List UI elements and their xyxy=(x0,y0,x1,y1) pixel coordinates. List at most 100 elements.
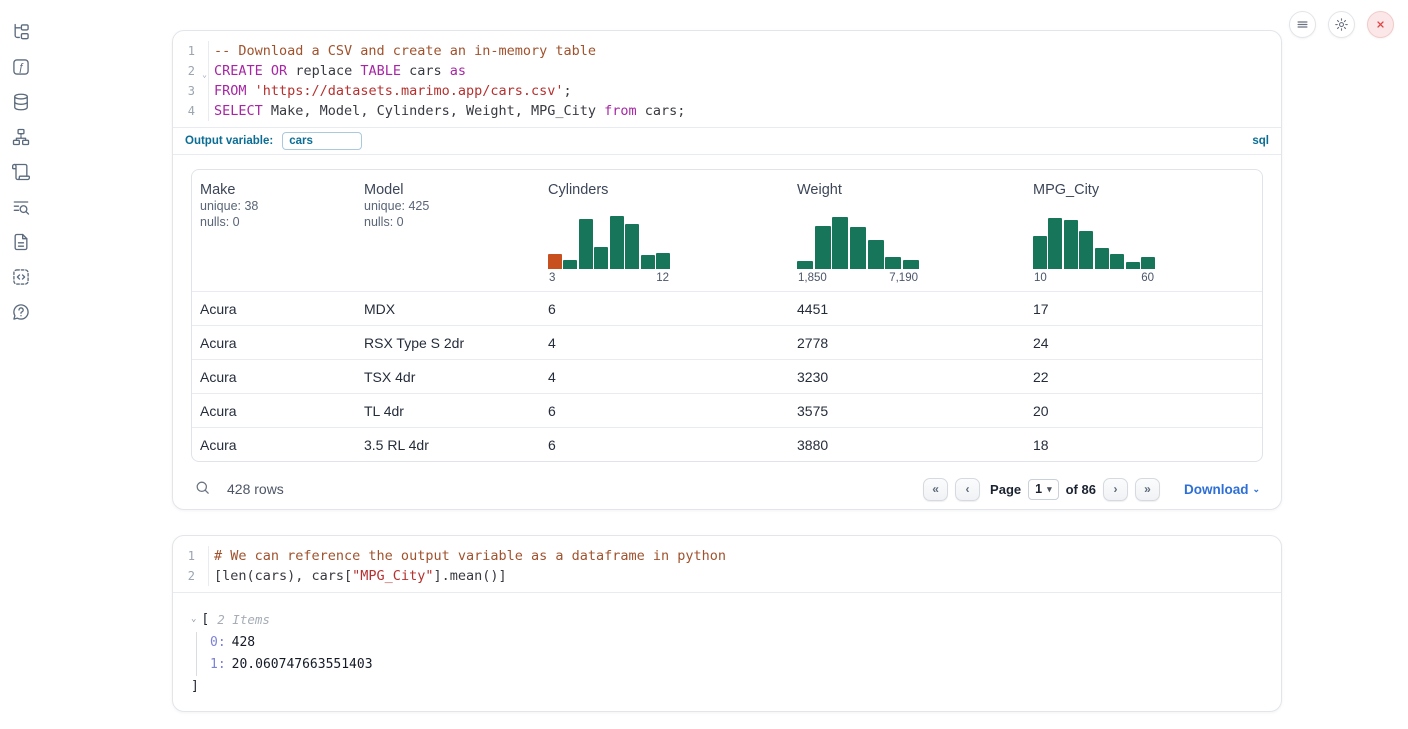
output-variable-input[interactable] xyxy=(282,132,362,150)
code-lines: -- Download a CSV and create an in-memor… xyxy=(209,41,1281,121)
table-cell: 6 xyxy=(540,437,789,453)
table-cell: Acura xyxy=(192,369,356,385)
table-cell: 2778 xyxy=(789,335,1025,351)
table-cell: 3230 xyxy=(789,369,1025,385)
list-entries: 0: 428 1:20.060747663551403 xyxy=(196,632,1263,676)
output-variable-row: Output variable: sql xyxy=(173,127,1281,154)
entry-value: 20.060747663551403 xyxy=(232,657,373,672)
code-lines: # We can reference the output variable a… xyxy=(209,546,1281,586)
column-header-model[interactable]: Modelunique: 425nulls: 0 xyxy=(356,170,540,291)
histogram-axis-labels: 3 12 xyxy=(548,272,670,286)
histogram-bars xyxy=(548,216,670,269)
row-count: 428 rows xyxy=(227,481,284,497)
first-page-button[interactable]: « xyxy=(923,478,948,501)
prev-page-icon: ‹ xyxy=(966,482,970,496)
sql-cell: 12⌄34 -- Download a CSV and create an in… xyxy=(172,30,1282,510)
page-label: Page xyxy=(990,482,1021,497)
code-line: FROM 'https://datasets.marimo.app/cars.c… xyxy=(209,81,1281,101)
open-bracket: [ xyxy=(201,612,209,627)
table-cell: Acura xyxy=(192,335,356,351)
table-cell: 24 xyxy=(1025,335,1262,351)
column-header-make[interactable]: Makeunique: 38nulls: 0 xyxy=(192,170,356,291)
histogram-bars xyxy=(797,216,919,269)
column-histogram[interactable]: 3 12 xyxy=(548,216,670,286)
column-stat: nulls: 0 xyxy=(364,214,532,230)
list-entry: 1:20.060747663551403 xyxy=(210,654,1263,676)
histogram-bar xyxy=(594,247,608,269)
prev-page-button[interactable]: ‹ xyxy=(955,478,980,501)
table-cell: 17 xyxy=(1025,301,1262,317)
scratchpad-icon[interactable] xyxy=(11,162,31,182)
page-total-label: of 86 xyxy=(1066,482,1096,497)
file-tree-icon[interactable] xyxy=(11,22,31,42)
histogram-bar xyxy=(1064,220,1078,269)
column-name: MPG_City xyxy=(1033,182,1254,198)
column-header-weight[interactable]: Weight 1,8507,190 xyxy=(789,170,1025,291)
line-number: 4 xyxy=(173,101,208,121)
table-row[interactable]: AcuraRSX Type S 2dr4277824 xyxy=(192,325,1262,359)
axis-min-label: 3 xyxy=(549,272,555,286)
histogram-bar xyxy=(815,226,831,269)
table-cell: 4 xyxy=(540,335,789,351)
snippets-icon[interactable] xyxy=(11,267,31,287)
entry-value: 428 xyxy=(232,635,255,650)
column-header-cylinders[interactable]: Cylinders 3 12 xyxy=(540,170,789,291)
table-cell: Acura xyxy=(192,437,356,453)
table-row[interactable]: AcuraMDX6445117 xyxy=(192,291,1262,325)
code-line: # We can reference the output variable a… xyxy=(209,546,1281,566)
column-histogram[interactable]: 1060 xyxy=(1033,216,1155,286)
table-cell: 6 xyxy=(540,301,789,317)
table-row[interactable]: AcuraTL 4dr6357520 xyxy=(192,393,1262,427)
python-code-editor[interactable]: 12 # We can reference the output variabl… xyxy=(173,536,1281,592)
logs-search-icon[interactable] xyxy=(11,197,31,217)
list-viewer: ⌄ [ 2 Items 0:4281:20.060747663551403 ] xyxy=(191,609,1263,697)
column-name: Weight xyxy=(797,182,1017,198)
table-cell: MDX xyxy=(356,301,540,317)
table-row[interactable]: AcuraTSX 4dr4323022 xyxy=(192,359,1262,393)
list-entry: 0: 428 xyxy=(210,632,1263,654)
column-histogram[interactable]: 1,8507,190 xyxy=(797,216,919,286)
table-cell: 4 xyxy=(540,369,789,385)
settings-button[interactable] xyxy=(1328,11,1355,38)
entry-key: 0: xyxy=(210,635,226,650)
table-header: Makeunique: 38nulls: 0Modelunique: 425nu… xyxy=(192,170,1262,291)
search-icon xyxy=(194,479,211,496)
next-page-button[interactable]: › xyxy=(1103,478,1128,501)
histogram-bar xyxy=(548,254,562,269)
line-number: 2⌄ xyxy=(173,61,208,81)
column-header-mpg_city[interactable]: MPG_City 1060 xyxy=(1025,170,1262,291)
svg-text:ƒ: ƒ xyxy=(18,62,24,74)
histogram-bar xyxy=(832,217,848,269)
axis-max-label: 12 xyxy=(656,272,669,286)
function-icon[interactable]: ƒ xyxy=(11,57,31,77)
histogram-bar xyxy=(903,260,919,269)
items-count-label: 2 Items xyxy=(217,612,270,627)
page-select[interactable]: 1 ▾ xyxy=(1028,479,1058,500)
download-button[interactable]: Download ⌄ xyxy=(1184,482,1260,497)
language-badge[interactable]: sql xyxy=(1252,135,1269,147)
help-icon[interactable] xyxy=(11,302,31,322)
histogram-bar xyxy=(625,224,639,269)
table-cell: 3575 xyxy=(789,403,1025,419)
topbar xyxy=(1289,11,1394,38)
histogram-bar xyxy=(563,260,577,269)
line-number-gutter: 12 xyxy=(173,546,209,586)
collapse-chevron-icon[interactable]: ⌄ xyxy=(191,614,196,624)
histogram-bar xyxy=(1095,248,1109,269)
documentation-icon[interactable] xyxy=(11,232,31,252)
column-name: Cylinders xyxy=(548,182,781,198)
line-number-gutter: 12⌄34 xyxy=(173,41,209,121)
last-page-button[interactable]: » xyxy=(1135,478,1160,501)
database-icon[interactable] xyxy=(11,92,31,112)
table-row[interactable]: Acura3.5 RL 4dr6388018 xyxy=(192,427,1262,461)
last-page-icon: » xyxy=(1144,482,1151,496)
dependency-graph-icon[interactable] xyxy=(11,127,31,147)
search-button[interactable] xyxy=(194,479,214,499)
sql-code-editor[interactable]: 12⌄34 -- Download a CSV and create an in… xyxy=(173,31,1281,127)
menu-button[interactable] xyxy=(1289,11,1316,38)
table-cell: 6 xyxy=(540,403,789,419)
table-cell: 4451 xyxy=(789,301,1025,317)
axis-min-label: 1,850 xyxy=(798,272,827,286)
shutdown-button[interactable] xyxy=(1367,11,1394,38)
histogram-bar xyxy=(579,219,593,269)
